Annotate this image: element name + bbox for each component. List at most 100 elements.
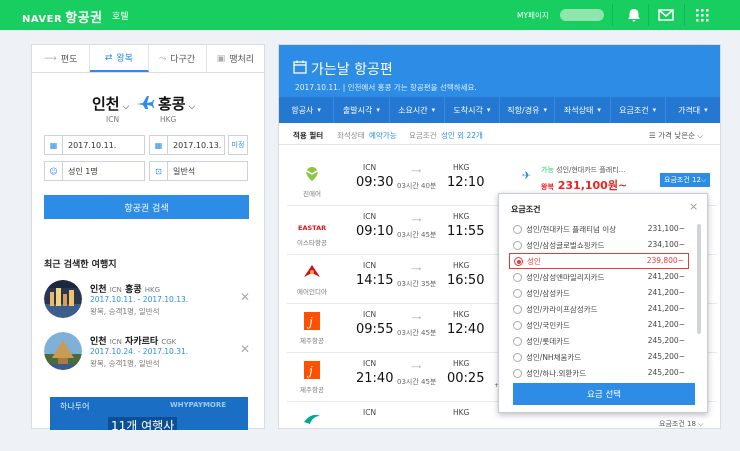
select-fare-button[interactable]: 요금 선택 — [513, 383, 695, 405]
fare-condition-button[interactable]: 요금조건 12 ⌵ — [660, 173, 711, 187]
recent-dates: 2017.10.11. - 2017.10.13. — [90, 295, 189, 304]
arrow-right-icon: ⟶ — [411, 363, 422, 371]
list-icon: ☰ — [649, 131, 659, 140]
sort-dropdown[interactable]: ☰ 가격 낮은순 ⌵ — [649, 130, 703, 141]
radio-button[interactable] — [513, 353, 522, 362]
radio-button[interactable] — [514, 257, 523, 266]
price-condition: 가능 성인/현대카드 플래티... — [541, 166, 626, 174]
chevron-down-icon: ⌵ — [119, 102, 130, 112]
trip-type-tabs: ⟶ 편도 ⇄ 왕복 ⤳ 다구간 ▣ 땡처리 — [32, 45, 264, 73]
return-date-field[interactable]: ▦ 2017.10.13. — [149, 135, 225, 155]
filter-departure-time[interactable]: 출발시각 ▾ — [334, 97, 390, 123]
fare-option[interactable]: 성인/카라이프삼성카드 241,200~ — [509, 302, 689, 316]
results-title: 가는날 항공편 — [311, 62, 393, 78]
cabin-class-field[interactable]: ⊡ 일반석 — [149, 161, 248, 181]
filter-fare-condition[interactable]: 요금조건 ▾ — [611, 97, 666, 123]
hongkong-thumbnail — [44, 280, 82, 318]
chevron-down-icon: ▾ — [486, 106, 491, 114]
recent-info: 왕복, 승객1명, 일반석 — [90, 359, 160, 368]
radio-button[interactable] — [513, 273, 522, 282]
radio-button[interactable] — [513, 289, 522, 298]
close-icon[interactable]: ✕ — [240, 290, 250, 304]
arrow-right-icon: ⟶ — [411, 314, 422, 322]
from-code: ICN — [106, 115, 120, 124]
chevron-down-icon: ⌵ — [185, 102, 196, 112]
radio-button[interactable] — [513, 225, 522, 234]
airplane-icon: ✈ — [522, 169, 532, 182]
applied-seat-chip[interactable]: 예약가능 — [369, 130, 397, 141]
chevron-down-icon: ▾ — [317, 106, 321, 114]
topbar-divider — [612, 4, 613, 26]
filter-arrival-time[interactable]: 도착시각 ▾ — [445, 97, 500, 123]
filter-airline[interactable]: 항공사 ▾ — [279, 97, 335, 123]
topbar-divider — [684, 4, 685, 26]
recent-dates: 2017.10.24. - 2017.10.31. — [90, 347, 189, 356]
fare-condition-popup: 요금조건 × 성인/현대카드 플래티넘 이상 231,100~ 성인/삼성글로벌쇼… — [498, 193, 708, 413]
filter-stops[interactable]: 직항/경유 ▾ — [500, 97, 556, 123]
tab-multi-city[interactable]: ⤳ 다구간 — [149, 45, 207, 72]
fare-option[interactable]: 성인/현대카드 플래티넘 이상 231,100~ — [509, 222, 689, 236]
seat-icon: ⊡ — [150, 162, 168, 180]
deal-icon: ▣ — [216, 53, 226, 64]
radio-button[interactable] — [513, 305, 522, 314]
ad-text: WHYPAYMORE — [170, 401, 227, 409]
top-bar: NAVER 항공권 호텔 MY페이지 — [0, 0, 740, 30]
tab-one-way[interactable]: ⟶ 편도 — [32, 45, 91, 72]
mail-icon[interactable] — [658, 8, 674, 22]
filter-duration[interactable]: 소요시간 ▾ — [390, 97, 445, 123]
search-flights-button[interactable]: 항공권 검색 — [44, 195, 249, 219]
radio-button[interactable] — [513, 321, 522, 330]
ad-banner[interactable]: 하나투어 WHYPAYMORE 11개 여행사 — [50, 397, 248, 430]
fare-option-selected[interactable]: 성인 239,800~ — [509, 253, 689, 269]
jinair-logo — [304, 167, 320, 181]
fare-option[interactable]: 성인/삼성카드 241,200~ — [509, 286, 689, 300]
tab-round-trip[interactable]: ⇄ 왕복 — [90, 45, 149, 72]
depart-date-field[interactable]: ▦ 2017.10.11. — [44, 135, 145, 155]
from-city[interactable]: 인천 ⌵ — [92, 93, 129, 114]
calendar-icon: ▦ — [45, 136, 63, 154]
fare-option[interactable]: 성인/롯데카드 245,200~ — [509, 334, 689, 348]
fare-option[interactable]: 성인/국민카드 241,200~ — [509, 318, 689, 332]
price-value: 왕복 231,100원~ — [541, 179, 628, 192]
applied-fare-chip[interactable]: 성인 외 22개 — [441, 130, 483, 141]
filter-price-range[interactable]: 가격대 ▾ — [666, 97, 720, 123]
multi-city-icon: ⤳ — [159, 53, 167, 64]
airindia-logo — [304, 265, 320, 277]
fare-condition-link[interactable]: 요금조건 18 ⌵ — [659, 419, 703, 429]
fare-option[interactable]: 성인/삼성앤마일리지카드 241,200~ — [509, 270, 689, 284]
radio-button[interactable] — [513, 241, 522, 250]
to-city[interactable]: 홍콩 ⌵ — [158, 93, 195, 114]
mypage-link[interactable]: MY페이지 — [517, 10, 549, 21]
close-icon[interactable]: × — [689, 200, 698, 213]
filter-seat-status[interactable]: 좌석상태 ▾ — [555, 97, 611, 123]
radio-button[interactable] — [513, 337, 522, 346]
tab-deal[interactable]: ▣ 땡처리 — [207, 45, 264, 72]
cathay-logo — [304, 414, 320, 424]
recent-searches-title: 최근 검색한 여행지 — [44, 260, 117, 270]
chevron-down-icon: ⌵ — [695, 420, 704, 428]
recent-route: 인천 ICN 홍콩 HKG — [90, 285, 161, 295]
close-icon[interactable]: ✕ — [240, 342, 250, 356]
recent-search-item[interactable]: 인천 ICN 홍콩 HKG 2017.10.11. - 2017.10.13. … — [44, 280, 254, 320]
apps-grid-icon[interactable] — [694, 8, 710, 22]
calendar-icon: ▦ — [150, 136, 168, 154]
filter-bar: 항공사 ▾ 출발시각 ▾ 소요시간 ▾ 도착시각 ▾ 직항/경유 ▾ 좌석상태 ▾ 요금조건… — [279, 97, 720, 123]
results-header: 가는날 항공편 2017.10.11. | 인천에서 홍콩 가는 항공편을 선택… — [279, 45, 720, 97]
svg-text:EASTAR: EASTAR — [298, 224, 326, 232]
person-icon: ☺ — [45, 162, 63, 180]
bell-icon[interactable] — [626, 8, 642, 22]
fare-option[interactable]: 성인/하나.외환카드 245,200~ — [509, 366, 689, 378]
chevron-down-icon: ▾ — [543, 106, 547, 114]
popup-scrollbar[interactable] — [697, 224, 701, 334]
recent-route: 인천 ICN 자카르타 CGK — [90, 337, 177, 347]
naver-logo[interactable]: NAVER 항공권 — [22, 7, 103, 26]
undecided-button[interactable]: 미정 — [228, 135, 248, 155]
passengers-field[interactable]: ☺ 성인 1명 — [44, 161, 145, 181]
fare-option[interactable]: 성인/삼성글로벌쇼핑카드 234,100~ — [509, 238, 689, 252]
fare-option[interactable]: 성인/NH채움카드 245,200~ — [509, 350, 689, 364]
swap-icon: ⇄ — [104, 52, 113, 63]
nav-hotel-link[interactable]: 호텔 — [112, 9, 129, 22]
chevron-down-icon: ⌵ — [700, 175, 707, 184]
radio-button[interactable] — [513, 369, 522, 378]
recent-search-item[interactable]: 인천 ICN 자카르타 CGK 2017.10.24. - 2017.10.31… — [44, 332, 254, 372]
